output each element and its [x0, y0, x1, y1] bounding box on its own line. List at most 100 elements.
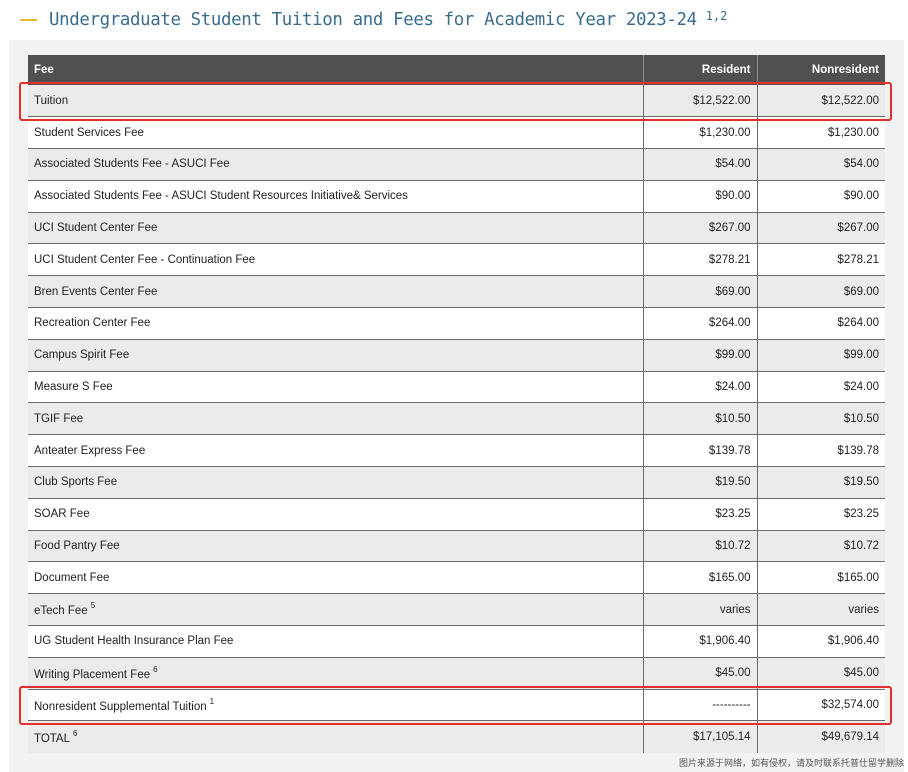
fee-name: SOAR Fee	[34, 508, 90, 521]
table-row: Writing Placement Fee 6 $45.00 $45.00	[28, 657, 885, 690]
resident-amount-cell: $10.50	[643, 402, 758, 436]
resident-amount-cell: $267.00	[643, 212, 758, 245]
fee-name-cell: Measure S Fee	[28, 371, 644, 404]
image-source-watermark: 图片来源于网络，如有侵权，请及时联系托普仕留学删除	[678, 759, 904, 769]
nonresident-amount-cell: $267.00	[757, 212, 885, 245]
fee-name-cell: TGIF Fee	[28, 402, 644, 436]
fee-name-cell: UG Student Health Insurance Plan Fee	[28, 625, 644, 658]
nonresident-amount-cell: $264.00	[757, 307, 885, 340]
nonresident-amount-cell: $12,522.00	[757, 85, 885, 118]
table-row: Food Pantry Fee $10.72 $10.72	[28, 530, 885, 563]
nonresident-amount-cell: $45.00	[757, 657, 885, 690]
column-header-nonresident: Nonresident	[757, 55, 885, 85]
table-row: UCI Student Center Fee - Continuation Fe…	[28, 243, 885, 277]
fee-name-cell: Associated Students Fee - ASUCI Fee	[28, 148, 644, 181]
fee-name: Bren Events Center Fee	[34, 285, 158, 298]
resident-amount-cell: $1,906.40	[643, 625, 758, 658]
fee-name: Writing Placement Fee	[34, 668, 151, 681]
table-header-row: Fee Resident Nonresident	[28, 55, 885, 85]
resident-amount-cell: $139.78	[643, 434, 758, 468]
fee-name: Food Pantry Fee	[34, 540, 120, 553]
nonresident-amount-cell: $49,679.14	[757, 720, 885, 753]
nonresident-amount-cell: $10.50	[757, 402, 885, 436]
table-row: Document Fee $165.00 $165.00	[28, 561, 885, 595]
title-footnote-marker: 1,2	[705, 9, 728, 23]
resident-amount-cell: $54.00	[643, 148, 758, 181]
fee-name: Measure S Fee	[34, 381, 113, 394]
table-row: Associated Students Fee - ASUCI Fee $54.0…	[28, 148, 885, 181]
fee-name-cell: Club Sports Fee	[28, 466, 644, 499]
nonresident-amount-cell: varies	[757, 593, 885, 627]
fee-name: Associated Students Fee - ASUCI Fee	[34, 158, 230, 171]
fee-name-cell: TOTAL 6	[28, 720, 644, 753]
nonresident-amount-cell: $99.00	[757, 339, 885, 372]
resident-amount-cell: $17,105.14	[643, 720, 758, 753]
footnote-marker: 6	[73, 728, 78, 738]
nonresident-amount-cell: $1,906.40	[757, 625, 885, 658]
fee-name-cell: Food Pantry Fee	[28, 530, 644, 563]
resident-amount-cell: $45.00	[643, 657, 758, 690]
resident-amount-cell: ----------	[643, 689, 758, 722]
resident-amount-cell: $69.00	[643, 275, 758, 309]
page-title: Undergraduate Student Tuition and Fees f…	[49, 10, 697, 30]
fee-name: Club Sports Fee	[34, 476, 118, 489]
heading-accent-dash	[20, 19, 37, 21]
table-row: TOTAL 6 $17,105.14 $49,679.14	[28, 720, 885, 753]
resident-amount-cell: $23.25	[643, 498, 758, 531]
nonresident-amount-cell: $278.21	[757, 243, 885, 277]
table-row: UG Student Health Insurance Plan Fee $1,9…	[28, 625, 885, 658]
nonresident-amount-cell: $24.00	[757, 371, 885, 404]
fee-name: Campus Spirit Fee	[34, 349, 130, 362]
nonresident-amount-cell: $10.72	[757, 530, 885, 563]
table-row: eTech Fee 5 varies varies	[28, 593, 885, 627]
table-row: Recreation Center Fee $264.00 $264.00	[28, 307, 885, 340]
fee-name: UCI Student Center Fee - Continuation Fe…	[34, 253, 256, 266]
table-row: Associated Students Fee - ASUCI Student …	[28, 180, 885, 213]
footnote-marker: 6	[153, 664, 158, 674]
fee-name-cell: eTech Fee 5	[28, 593, 644, 627]
fee-name-cell: Anteater Express Fee	[28, 434, 644, 468]
fee-name: Associated Students Fee - ASUCI Student …	[34, 190, 408, 203]
fee-name-cell: UCI Student Center Fee - Continuation Fe…	[28, 243, 644, 277]
fee-name-cell: UCI Student Center Fee	[28, 212, 644, 245]
fee-name-cell: Associated Students Fee - ASUCI Student …	[28, 180, 644, 213]
table-row: SOAR Fee $23.25 $23.25	[28, 498, 885, 531]
nonresident-amount-cell: $32,574.00	[757, 689, 885, 722]
table-row: Tuition $12,522.00 $12,522.00	[28, 85, 885, 118]
table-body: Tuition $12,522.00 $12,522.00 Student Servi…	[28, 85, 885, 753]
fee-name: TGIF Fee	[34, 412, 84, 425]
resident-amount-cell: $12,522.00	[643, 85, 758, 118]
fee-name-cell: Campus Spirit Fee	[28, 339, 644, 372]
footnote-marker: 5	[90, 601, 96, 611]
nonresident-amount-cell: $19.50	[757, 466, 885, 499]
fee-name-cell: Recreation Center Fee	[28, 307, 644, 340]
resident-amount-cell: varies	[643, 593, 758, 627]
nonresident-amount-cell: $69.00	[757, 275, 885, 309]
fee-name-cell: Bren Events Center Fee	[28, 275, 644, 309]
resident-amount-cell: $1,230.00	[643, 116, 758, 150]
tuition-fees-table: Fee Resident Nonresident Tuition $12,522.…	[28, 55, 885, 753]
table-header: Fee Resident Nonresident	[28, 55, 885, 85]
fee-name: TOTAL	[34, 732, 70, 745]
table-row: Student Services Fee $1,230.00 $1,230.00	[28, 116, 885, 150]
resident-amount-cell: $165.00	[643, 561, 758, 595]
table-row: Anteater Express Fee $139.78 $139.78	[28, 434, 885, 468]
resident-amount-cell: $10.72	[643, 530, 758, 563]
footnote-marker: 1	[209, 696, 215, 706]
resident-amount-cell: $19.50	[643, 466, 758, 499]
fee-name-cell: Writing Placement Fee 6	[28, 657, 644, 690]
nonresident-amount-cell: $1,230.00	[757, 116, 885, 150]
fee-name-cell: Student Services Fee	[28, 116, 644, 150]
table-row: Campus Spirit Fee $99.00 $99.00	[28, 339, 885, 372]
nonresident-amount-cell: $23.25	[757, 498, 885, 531]
column-header-fee: Fee	[28, 55, 644, 85]
nonresident-amount-cell: $54.00	[757, 148, 885, 181]
page-heading: Undergraduate Student Tuition and Fees f…	[20, 4, 727, 36]
table-row: Measure S Fee $24.00 $24.00	[28, 371, 885, 404]
resident-amount-cell: $99.00	[643, 339, 758, 372]
nonresident-amount-cell: $90.00	[757, 180, 885, 213]
fee-name: UCI Student Center Fee	[34, 222, 158, 235]
table-row: Bren Events Center Fee $69.00 $69.00	[28, 275, 885, 309]
fee-name-cell: Tuition	[28, 85, 644, 118]
nonresident-amount-cell: $165.00	[757, 561, 885, 595]
